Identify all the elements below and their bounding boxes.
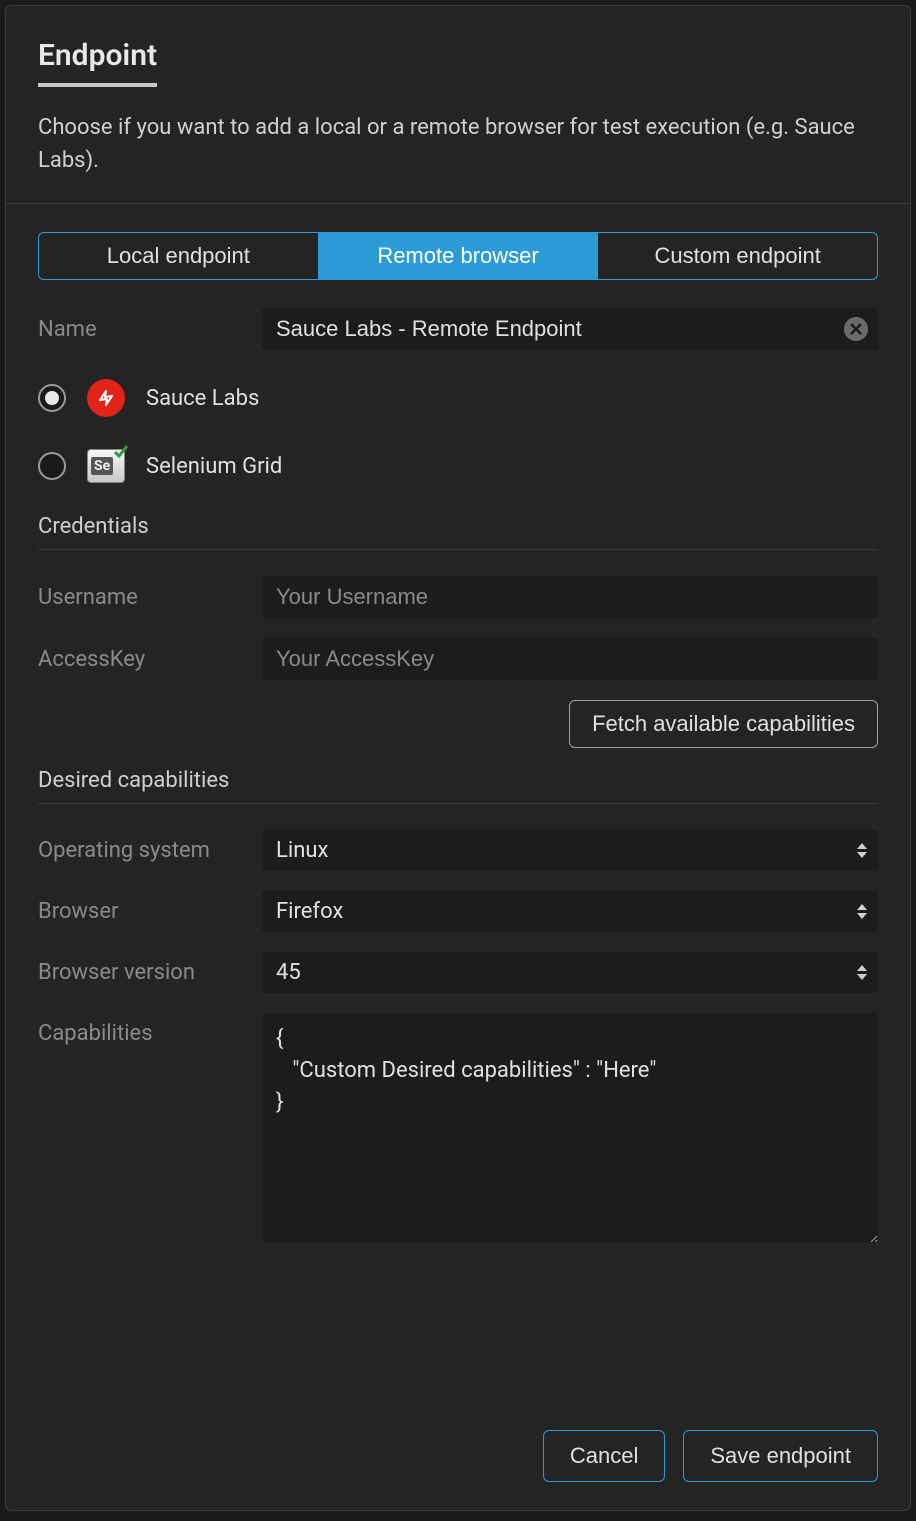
sauce-labs-label: Sauce Labs xyxy=(146,386,259,411)
selenium-grid-icon: Se xyxy=(86,446,126,486)
credentials-section-title: Credentials xyxy=(38,514,878,550)
close-icon xyxy=(850,323,862,335)
dialog-header: Endpoint Choose if you want to add a loc… xyxy=(6,6,910,204)
sauce-labs-icon xyxy=(86,378,126,418)
browser-value: Firefox xyxy=(262,891,878,932)
browser-version-value: 45 xyxy=(262,952,878,993)
radio-sauce-labs[interactable] xyxy=(38,384,66,412)
tab-local-endpoint[interactable]: Local endpoint xyxy=(39,233,318,279)
capabilities-textarea[interactable] xyxy=(262,1013,878,1243)
name-label: Name xyxy=(38,317,262,342)
capabilities-label: Capabilities xyxy=(38,1013,262,1046)
tab-custom-endpoint[interactable]: Custom endpoint xyxy=(597,233,877,279)
radio-selenium-grid[interactable] xyxy=(38,452,66,480)
dialog-subtitle: Choose if you want to add a local or a r… xyxy=(38,111,878,177)
username-row: Username xyxy=(38,576,878,618)
browser-version-label: Browser version xyxy=(38,960,262,985)
provider-sauce-labs[interactable]: Sauce Labs xyxy=(38,378,878,418)
capabilities-row: Capabilities xyxy=(38,1013,878,1243)
browser-version-select[interactable]: 45 xyxy=(262,952,878,993)
accesskey-label: AccessKey xyxy=(38,647,262,672)
desired-capabilities-section-title: Desired capabilities xyxy=(38,768,878,804)
browser-select[interactable]: Firefox xyxy=(262,891,878,932)
provider-selenium-grid[interactable]: Se Selenium Grid xyxy=(38,446,878,486)
os-value: Linux xyxy=(262,830,878,871)
cancel-button[interactable]: Cancel xyxy=(543,1430,665,1482)
accesskey-row: AccessKey xyxy=(38,638,878,680)
os-row: Operating system Linux xyxy=(38,830,878,871)
endpoint-dialog: Endpoint Choose if you want to add a loc… xyxy=(5,5,911,1511)
name-row: Name xyxy=(38,308,878,350)
browser-row: Browser Firefox xyxy=(38,891,878,932)
dialog-title: Endpoint xyxy=(38,38,157,87)
browser-label: Browser xyxy=(38,899,262,924)
dialog-body: Local endpoint Remote browser Custom end… xyxy=(6,204,910,1430)
selenium-grid-label: Selenium Grid xyxy=(146,454,282,479)
os-label: Operating system xyxy=(38,838,262,863)
os-select[interactable]: Linux xyxy=(262,830,878,871)
dialog-footer: Cancel Save endpoint xyxy=(6,1430,910,1510)
fetch-capabilities-button[interactable]: Fetch available capabilities xyxy=(569,700,878,748)
username-input[interactable] xyxy=(262,576,878,618)
tab-remote-browser[interactable]: Remote browser xyxy=(318,233,598,279)
username-label: Username xyxy=(38,585,262,610)
browser-version-row: Browser version 45 xyxy=(38,952,878,993)
save-endpoint-button[interactable]: Save endpoint xyxy=(683,1430,878,1482)
name-input[interactable] xyxy=(262,308,878,350)
accesskey-input[interactable] xyxy=(262,638,878,680)
clear-name-button[interactable] xyxy=(844,317,868,341)
endpoint-type-tabs: Local endpoint Remote browser Custom end… xyxy=(38,232,878,280)
